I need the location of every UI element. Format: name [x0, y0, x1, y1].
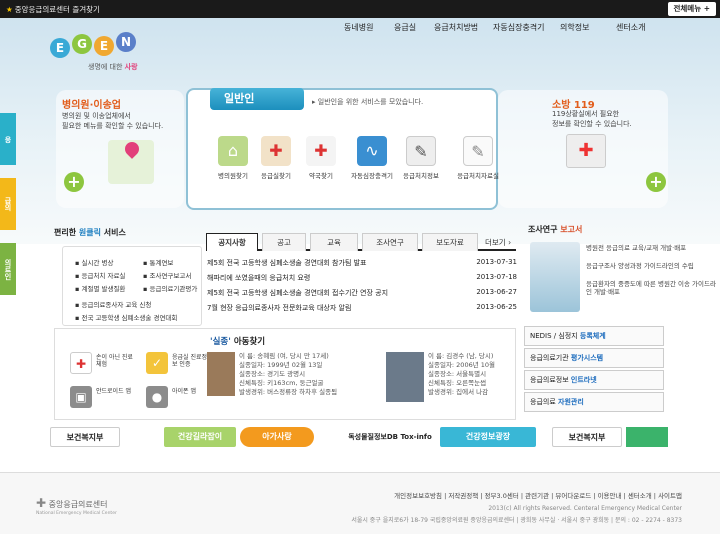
research-item[interactable]: 병원전 응급의료 교육/교재 개발·배포 [586, 244, 686, 252]
banner-partial[interactable] [626, 427, 668, 447]
banner-mohw-2[interactable]: 보건복지부 [552, 427, 622, 447]
main-nav: 동네병원 응급실 응급처치방법 자동심장충격기 의학정보 센터소개 [330, 18, 680, 38]
banner-baby-love[interactable]: 아가사랑 [240, 427, 314, 447]
news-row[interactable]: 해파리에 쏘였을때의 응급처치 요령 2013-07-18 [207, 273, 517, 287]
news-row[interactable]: 제5회 전국 고등학생 심폐소생술 경연대회 참가팀 발표 2013-07-31 [207, 258, 517, 272]
top-bar: ★ 중앙응급의료센터 즐겨찾기 전체메뉴 + [0, 0, 720, 18]
resource-button[interactable]: 응급의료 자원관리 [524, 392, 664, 412]
quick-title: 편리한 원클릭 서비스 [54, 228, 126, 237]
missing-title: '실종' 아동찾기 [210, 337, 266, 347]
hospital-panel-desc: 병의원 및 이송업체에서 필요한 메뉴를 확인할 수 있습니다. [62, 112, 164, 130]
nav-item-about[interactable]: 센터소개 [616, 22, 645, 33]
banner-tox-info[interactable]: 독성물질정보DB Tox-info [342, 427, 438, 447]
hospital-map-icon [108, 139, 154, 184]
more-link[interactable]: 더보기 › [485, 237, 511, 248]
quick-item[interactable]: ▪ 응급의료종사자 교육 신청 [75, 299, 219, 309]
site-logo[interactable]: E G E N 생명에 대한 사랑 [48, 28, 158, 78]
hospital-panel-title: 병의원·이송업 [62, 100, 121, 111]
tab-notice[interactable]: 공지사항 [206, 233, 258, 251]
news-row[interactable]: 제5회 전국 고등학생 심폐소생술 경연대회 접수기간 연장 공지 2013-06… [207, 288, 517, 302]
public-subtitle: ▸ 일반인을 위한 서비스를 모았습니다. [312, 98, 424, 106]
news-row[interactable]: 7월 현장 응급의료종사자 전문화교육 대상자 알림 2013-06-25 [207, 303, 517, 317]
notebook-icon: ✎ [463, 136, 493, 166]
menu-aed[interactable]: ∿ 자동심장충격기 [344, 136, 400, 180]
tab-research[interactable]: 조사연구 [362, 233, 418, 251]
app-link-4[interactable]: ● 아이폰 앱 [146, 386, 196, 408]
footer-logo[interactable]: ✚ 중앙응급의료센터 National Emergency Medical Cen… [36, 496, 117, 516]
quick-item[interactable]: ▪ 실시간 병상 [75, 257, 141, 267]
android-icon: ▣ [70, 386, 92, 408]
side-tab-3[interactable]: 의료인 [0, 243, 16, 295]
nav-item-first-aid[interactable]: 응급처치방법 [434, 22, 478, 33]
missing-person-photo[interactable] [386, 352, 424, 402]
banner-health-plaza[interactable]: 건강정보광장 [440, 427, 536, 447]
chevron-right-icon: › [508, 238, 512, 247]
fire-panel-desc: 119상황실에서 필요한 정보를 확인할 수 있습니다. [552, 110, 632, 128]
heart-monitor-icon: ∿ [357, 136, 387, 166]
all-menu-button[interactable]: 전체메뉴 + [667, 2, 716, 16]
tab-press[interactable]: 보도자료 [422, 233, 478, 251]
nedis-button[interactable]: NEDIS / 심정지 등록체계 [524, 326, 664, 346]
nav-item-medical-info[interactable]: 의학정보 [560, 22, 589, 33]
hospital-map-icon: ⌂ [218, 136, 248, 166]
news-tabs: 공지사항 공고 교육 조사연구 보도자료 [206, 233, 516, 251]
app-link-3[interactable]: ▣ 안드로이드 앱 [70, 386, 131, 408]
hospital-plus-icon[interactable]: + [64, 172, 84, 192]
quick-item[interactable]: ▪ 계절별 발생질환 [75, 283, 141, 293]
quick-service-box: ▪ 실시간 병상 ▪ 응급처치 자료실 ▪ 계절별 발생질환 ▪ 통계연보 ▪ … [62, 246, 202, 326]
public-tab[interactable]: 일반인 [210, 88, 304, 110]
research-title: 조사연구 보고서 [528, 225, 583, 234]
nav-item-aed[interactable]: 자동심장충격기 [493, 22, 545, 33]
quick-item[interactable]: ▪ 응급처치 자료실 [75, 270, 141, 280]
tab-education[interactable]: 교육 [310, 233, 358, 251]
star-icon: ★ [6, 5, 13, 14]
first-aid-icon: ✚ [261, 136, 291, 166]
research-item[interactable]: 응급환자의 중증도에 따른 병원간 이송 가이드라인 개발·배포 [586, 280, 720, 296]
evaluation-button[interactable]: 응급의료기관 평가시스템 [524, 348, 664, 368]
app-link-1[interactable]: ✚ 손이 아닌 진료 체험 [70, 352, 133, 374]
nav-item-emergency-room[interactable]: 응급실 [394, 22, 416, 33]
quick-item[interactable]: ▪ 통계연보 [143, 257, 217, 267]
missing-person-info: 이 름: 김경수 (남, 당시) 실종일자: 2006년 10월 실종장소: 서울특… [428, 352, 496, 396]
first-aid-book-icon: ✎ [406, 136, 436, 166]
banner-health-guide[interactable]: 건강길라잡이 [164, 427, 236, 447]
side-tab-1[interactable]: 응 [0, 113, 16, 165]
side-tab-2[interactable]: 급의 [0, 178, 16, 230]
first-aid-icon: ✚ [70, 352, 92, 374]
phone-icon: ✚ [566, 134, 606, 168]
menu-first-aid-archive[interactable]: ✎ 응급처치자료실 [450, 136, 506, 180]
menu-first-aid-info[interactable]: ✎ 응급처치정보 [393, 136, 449, 180]
quick-item[interactable]: ▪ 응급의료기관평가 [143, 283, 217, 293]
quick-item[interactable]: ▪ 조사연구보고서 [143, 270, 217, 280]
menu-pharmacy-search[interactable]: ✚ 약국찾기 [293, 136, 349, 180]
certificate-icon: ✓ [146, 352, 168, 374]
footer-address: 서울시 중구 을지로6가 18-79 국립중앙의료원 중앙응급의료센터 | 광희… [351, 517, 682, 524]
nav-item-local-hospital[interactable]: 동네병원 [344, 22, 373, 33]
missing-person-info: 이 름: 송혜림 (여, 당시 만 17세) 실종일자: 1999년 02월 13… [239, 352, 338, 396]
footer-copyright: 2013(c) All rights Reserved. Centeral Em… [488, 505, 682, 512]
pharmacy-icon: ✚ [306, 136, 336, 166]
medical-cross-icon: ✚ [36, 496, 47, 510]
missing-person-photo[interactable] [207, 352, 235, 396]
footer-links[interactable]: 개인정보보호방침 | 저작권정책 | 정부3.0센터 | 관련기관 | 뷰어다운… [394, 490, 682, 500]
buildings-image [530, 242, 580, 312]
fire-plus-icon[interactable]: + [646, 172, 666, 192]
tab-announce[interactable]: 공고 [262, 233, 306, 251]
research-item[interactable]: 응급구조사 양성과정 가이드라인의 수립 [586, 262, 694, 270]
banner-mohw[interactable]: 보건복지부 [50, 427, 120, 447]
intranet-button[interactable]: 응급의료정보 인트라넷 [524, 370, 664, 390]
apple-icon: ● [146, 386, 168, 408]
bookmark-link[interactable]: ★ 중앙응급의료센터 즐겨찾기 [6, 4, 100, 15]
app-link-2[interactable]: ✓ 응급실 진료정보 인증 [146, 352, 207, 374]
quick-item[interactable]: ▪ 전국 고등학생 심폐소생술 경연대회 [75, 312, 219, 322]
